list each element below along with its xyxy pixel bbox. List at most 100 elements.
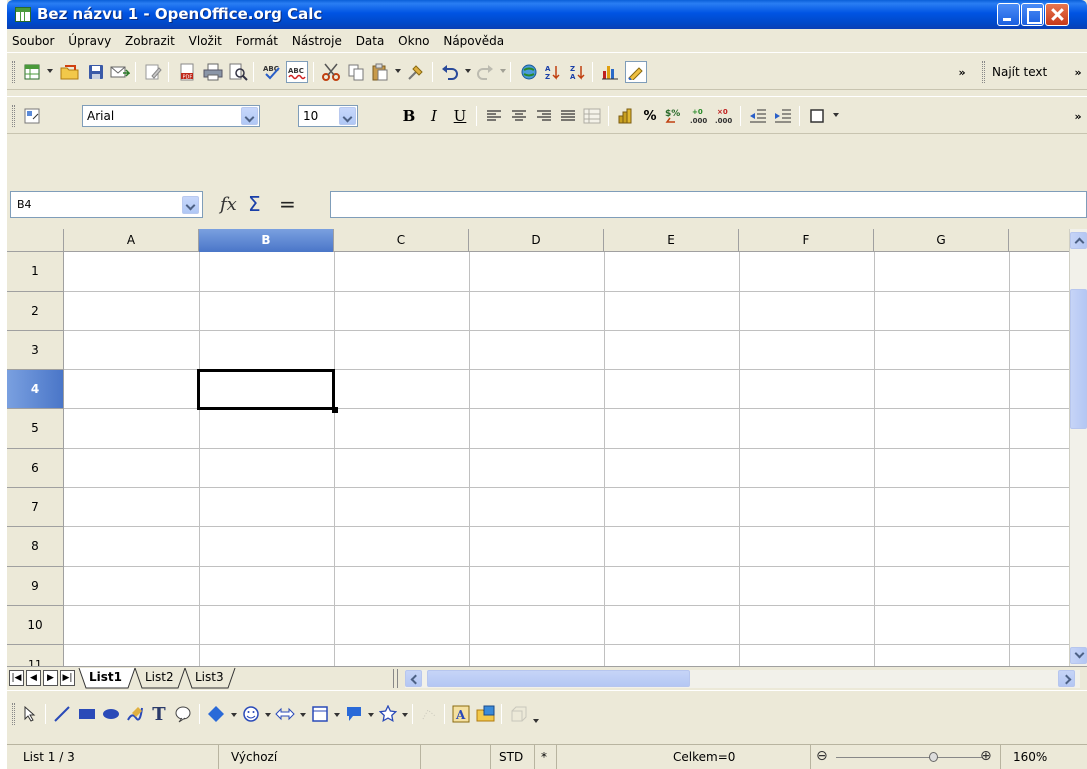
drawing-toolbar-options-icon[interactable]: [533, 719, 539, 723]
add-decimal-icon[interactable]: +0.000: [688, 105, 710, 127]
currency-format-icon[interactable]: [615, 105, 637, 127]
stars-icon[interactable]: [377, 703, 399, 725]
font-name-combo[interactable]: Arial: [82, 105, 260, 127]
column-header[interactable]: A: [64, 229, 199, 252]
rectangle-icon[interactable]: [76, 703, 98, 725]
row-header-active[interactable]: 4: [7, 370, 64, 409]
close-button[interactable]: [1045, 3, 1069, 26]
points-icon[interactable]: [418, 703, 440, 725]
autospellcheck-icon[interactable]: ABC: [286, 61, 308, 83]
row-header[interactable]: 5: [7, 409, 64, 449]
freeform-line-icon[interactable]: [124, 703, 146, 725]
column-header[interactable]: C: [334, 229, 469, 252]
chevron-down-icon[interactable]: [339, 107, 356, 125]
selection-mode-status[interactable]: STD: [491, 745, 535, 769]
find-text-label[interactable]: Najít text: [992, 61, 1062, 83]
last-sheet-icon[interactable]: ▶|: [60, 670, 75, 686]
menu-zobrazit[interactable]: Zobrazit: [120, 30, 180, 48]
styles-formatting-icon[interactable]: [21, 105, 43, 127]
formatting-overflow-icon[interactable]: »: [1071, 105, 1085, 127]
symbol-shapes-icon[interactable]: [240, 703, 262, 725]
find-toolbar-overflow-icon[interactable]: »: [1071, 61, 1085, 83]
export-pdf-icon[interactable]: PDF: [176, 61, 198, 83]
open-folder-icon[interactable]: [59, 61, 81, 83]
percent-format-icon[interactable]: %: [639, 105, 661, 127]
basic-shapes-dropdown-icon[interactable]: [231, 713, 237, 717]
row-header[interactable]: 2: [7, 292, 64, 331]
name-box[interactable]: B4: [10, 191, 203, 218]
maximize-button[interactable]: [1021, 3, 1044, 26]
vertical-scroll-thumb[interactable]: [1070, 289, 1087, 429]
active-cell-cursor[interactable]: [197, 369, 338, 413]
menu-data[interactable]: Data: [351, 30, 390, 48]
italic-button[interactable]: I: [423, 105, 445, 127]
increase-indent-icon[interactable]: [772, 105, 794, 127]
column-header[interactable]: E: [604, 229, 739, 252]
row-header[interactable]: 1: [7, 252, 64, 292]
chevron-down-icon[interactable]: [241, 107, 258, 125]
scroll-down-icon[interactable]: [1070, 647, 1087, 664]
sheet-tab-list2[interactable]: List2: [145, 668, 174, 688]
vertical-scrollbar[interactable]: [1069, 229, 1087, 666]
new-document-icon[interactable]: [21, 61, 43, 83]
toolbar-grip[interactable]: [12, 105, 15, 127]
column-header-active[interactable]: B: [199, 229, 334, 252]
title-bar[interactable]: Bez názvu 1 - OpenOffice.org Calc: [7, 0, 1087, 29]
spreadsheet-grid[interactable]: A B C D E F G 1 2 3 4 5 6 7 8 9 10 11: [7, 229, 1073, 666]
row-header[interactable]: 7: [7, 488, 64, 527]
sort-descending-icon[interactable]: ZA: [567, 61, 589, 83]
select-arrow-icon[interactable]: [19, 703, 41, 725]
zoom-level-status[interactable]: 160%: [1003, 745, 1083, 769]
redo-dropdown-icon[interactable]: [500, 69, 506, 73]
decrease-indent-icon[interactable]: [747, 105, 769, 127]
formula-input[interactable]: [330, 191, 1087, 218]
zoom-slider-track[interactable]: [836, 757, 982, 758]
row-header[interactable]: 3: [7, 331, 64, 370]
edit-file-icon[interactable]: [142, 61, 164, 83]
standard-format-icon[interactable]: $%: [663, 105, 685, 127]
email-icon[interactable]: [109, 61, 131, 83]
toolbar-grip[interactable]: [12, 703, 15, 725]
toolbar-grip[interactable]: [12, 61, 15, 83]
column-header[interactable]: D: [469, 229, 604, 252]
spellcheck-icon[interactable]: ABC: [261, 61, 283, 83]
menu-upravy[interactable]: Úpravy: [63, 30, 116, 48]
text-tool-icon[interactable]: T: [148, 703, 170, 725]
fontwork-gallery-icon[interactable]: A: [450, 703, 472, 725]
sum-status[interactable]: Celkem=0: [557, 745, 811, 769]
next-sheet-icon[interactable]: ▶: [43, 670, 58, 686]
merge-cells-icon[interactable]: [581, 105, 603, 127]
previous-sheet-icon[interactable]: ◀: [26, 670, 41, 686]
align-center-icon[interactable]: [508, 105, 530, 127]
function-wizard-icon[interactable]: fx: [220, 194, 237, 215]
paste-dropdown-icon[interactable]: [395, 69, 401, 73]
block-arrows-icon[interactable]: [274, 703, 296, 725]
stars-dropdown-icon[interactable]: [402, 713, 408, 717]
redo-icon[interactable]: [474, 61, 496, 83]
scroll-left-icon[interactable]: [405, 670, 422, 687]
hyperlink-icon[interactable]: [518, 61, 540, 83]
cut-icon[interactable]: [320, 61, 342, 83]
tab-splitter-handle[interactable]: [393, 669, 398, 688]
scroll-up-icon[interactable]: [1070, 232, 1087, 249]
column-header[interactable]: F: [739, 229, 874, 252]
row-header[interactable]: 9: [7, 567, 64, 606]
block-arrows-dropdown-icon[interactable]: [300, 713, 306, 717]
column-header-partial[interactable]: [1009, 229, 1073, 252]
sheet-tab-list1[interactable]: List1: [89, 668, 131, 688]
delete-decimal-icon[interactable]: ×0.000: [713, 105, 735, 127]
borders-dropdown-icon[interactable]: [833, 113, 839, 117]
callout-icon[interactable]: [172, 703, 194, 725]
ellipse-icon[interactable]: [100, 703, 122, 725]
horizontal-scrollbar[interactable]: [405, 670, 1080, 688]
font-size-combo[interactable]: 10: [298, 105, 358, 127]
flowchart-dropdown-icon[interactable]: [334, 713, 340, 717]
horizontal-scroll-thumb[interactable]: [427, 670, 690, 687]
row-header[interactable]: 6: [7, 449, 64, 488]
undo-dropdown-icon[interactable]: [465, 69, 471, 73]
zoom-out-icon[interactable]: ⊖: [816, 748, 828, 764]
align-left-icon[interactable]: [483, 105, 505, 127]
menu-napoveda[interactable]: Nápověda: [438, 30, 509, 48]
symbol-shapes-dropdown-icon[interactable]: [265, 713, 271, 717]
page-style-status[interactable]: Výchozí: [219, 745, 421, 769]
